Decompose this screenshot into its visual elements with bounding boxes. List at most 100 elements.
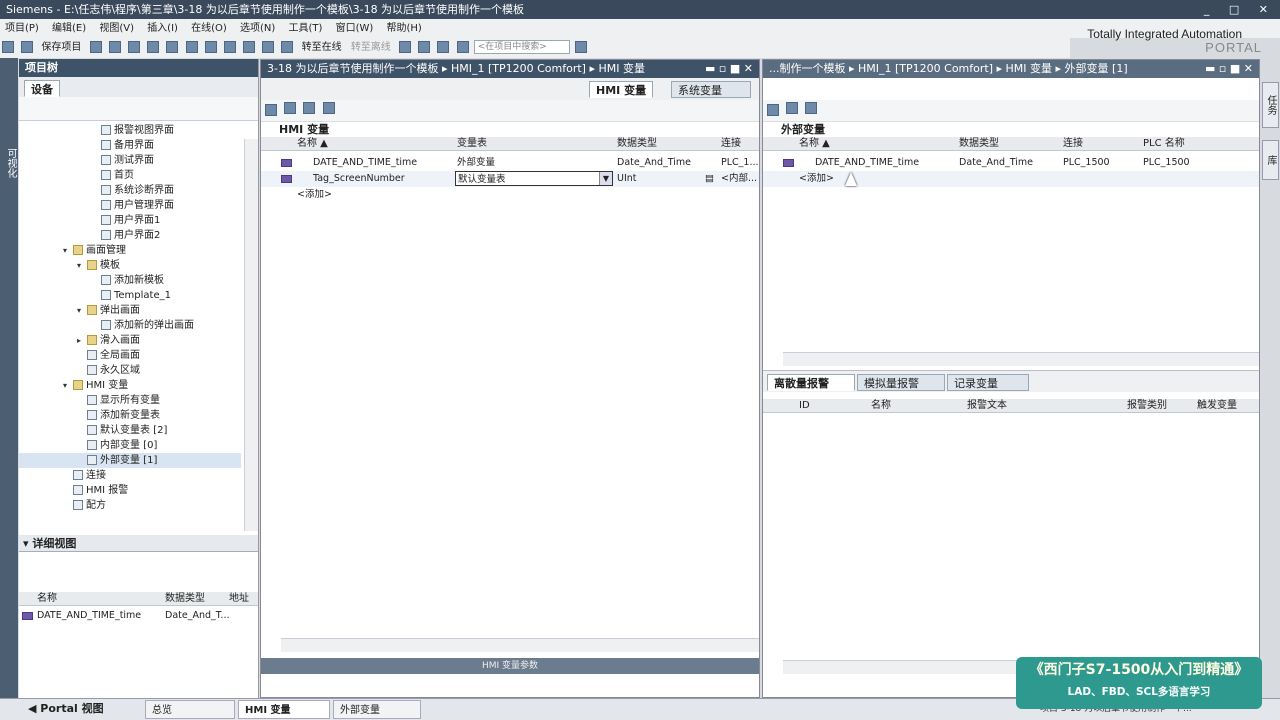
- taskbar-hmi-tags[interactable]: HMI 变量: [238, 700, 330, 719]
- detail-view-header[interactable]: ▾ 详细视图: [19, 535, 258, 552]
- side-tab-tasks[interactable]: 任务: [1262, 82, 1279, 128]
- go-offline-button[interactable]: 转至离线: [348, 38, 394, 58]
- menu-window[interactable]: 窗口(W): [331, 19, 379, 38]
- simulate-icon[interactable]: [281, 41, 294, 53]
- go-online-button[interactable]: 转至在线: [299, 38, 345, 58]
- menu-project[interactable]: 项目(P): [0, 19, 44, 38]
- center-col-type[interactable]: 数据类型: [617, 137, 657, 151]
- split-vertical-icon[interactable]: [456, 41, 469, 53]
- center-hscrollbar[interactable]: [281, 638, 759, 652]
- tab-system-tags[interactable]: 系统变量: [671, 81, 751, 98]
- tree-item[interactable]: 内部变量 [0]: [19, 438, 241, 453]
- taskbar-overview[interactable]: 总览: [145, 700, 235, 719]
- menu-insert[interactable]: 插入(I): [142, 19, 183, 38]
- redo-icon[interactable]: [204, 41, 217, 53]
- add-tag-label[interactable]: <添加>: [799, 171, 834, 187]
- tag-table-dropdown[interactable]: 默认变量表 ▼: [455, 171, 613, 186]
- tree-item[interactable]: ▸ 滑入画面: [19, 333, 241, 348]
- download-icon[interactable]: [243, 41, 256, 53]
- tab-analog-alarms[interactable]: 模拟量报警: [857, 374, 945, 391]
- search-icon[interactable]: [574, 41, 587, 53]
- tree-item[interactable]: 报警视图界面: [19, 123, 241, 138]
- compile-icon[interactable]: [223, 41, 236, 53]
- taskbar-external-tags[interactable]: 外部变量: [333, 700, 421, 719]
- side-tab-libraries[interactable]: 库: [1262, 140, 1279, 180]
- chevron-down-icon[interactable]: ▼: [599, 172, 612, 185]
- paste-icon[interactable]: [147, 41, 160, 53]
- tag-type-cell[interactable]: UInt: [617, 171, 637, 187]
- alarm-col-name[interactable]: 名称: [871, 399, 891, 413]
- center-col-table[interactable]: 变量表: [457, 137, 487, 151]
- import-icon[interactable]: [303, 102, 316, 114]
- window-controls[interactable]: _ □ ✕: [1204, 0, 1276, 19]
- tree-item[interactable]: 连接: [19, 468, 241, 483]
- tree-item[interactable]: 全局画面: [19, 348, 241, 363]
- tree-item[interactable]: 默认变量表 [2]: [19, 423, 241, 438]
- expand-down-icon[interactable]: ▾: [77, 258, 87, 273]
- save-project-button[interactable]: 保存项目: [38, 38, 84, 58]
- stop-icon[interactable]: [418, 41, 431, 53]
- center-col-name[interactable]: 名称 ▲: [297, 137, 328, 151]
- tab-devices[interactable]: 设备: [24, 80, 60, 97]
- expand-down-icon[interactable]: ▾: [63, 378, 73, 393]
- alarm-col-trigger[interactable]: 触发变量: [1197, 399, 1237, 413]
- tree-item[interactable]: 添加新模板: [19, 273, 241, 288]
- menu-view[interactable]: 视图(V): [94, 19, 139, 38]
- center-window-controls[interactable]: ▬ ▫ ■ ✕: [705, 60, 753, 78]
- right-hscrollbar[interactable]: [783, 352, 1259, 366]
- tag-name-cell[interactable]: DATE_AND_TIME_time: [313, 155, 417, 171]
- print-icon[interactable]: [89, 41, 102, 53]
- tag-name-cell[interactable]: Tag_ScreenNumber: [313, 171, 405, 187]
- add-tag-icon[interactable]: [767, 104, 779, 116]
- center-col-connection[interactable]: 连接: [721, 137, 741, 151]
- alarm-col-id[interactable]: ID: [799, 399, 810, 413]
- tree-item[interactable]: ▾ 画面管理: [19, 243, 241, 258]
- portal-view-button[interactable]: ◀ Portal 视图: [28, 699, 104, 719]
- add-tag-row[interactable]: <添加>: [763, 171, 1259, 187]
- ext-tag-type-cell[interactable]: Date_And_Time: [959, 155, 1033, 171]
- table-row[interactable]: Tag_ScreenNumber 默认变量表 ▼ UInt ▤ <内部...: [261, 171, 759, 187]
- undo-icon[interactable]: [185, 41, 198, 53]
- export-icon[interactable]: [284, 102, 297, 114]
- tree-item[interactable]: 首页: [19, 168, 241, 183]
- tree-item[interactable]: HMI 报警: [19, 483, 241, 498]
- tab-hmi-tags[interactable]: HMI 变量: [589, 81, 654, 98]
- right-col-plc[interactable]: PLC 名称: [1143, 137, 1185, 151]
- accessible-devices-icon[interactable]: [399, 41, 411, 53]
- filter-icon[interactable]: [322, 102, 335, 114]
- delete-icon[interactable]: [166, 41, 179, 53]
- tree-item[interactable]: 用户界面1: [19, 213, 241, 228]
- right-col-name[interactable]: 名称 ▲: [799, 137, 830, 151]
- tree-item[interactable]: 备用界面: [19, 138, 241, 153]
- tree-item[interactable]: 永久区域: [19, 363, 241, 378]
- ext-tag-plc-cell[interactable]: PLC_1500: [1143, 155, 1190, 171]
- right-col-connection[interactable]: 连接: [1063, 137, 1083, 151]
- tree-item[interactable]: 用户管理界面: [19, 198, 241, 213]
- table-row[interactable]: DATE_AND_TIME_time 外部变量 Date_And_Time PL…: [261, 155, 759, 171]
- tree-item[interactable]: 测试界面: [19, 153, 241, 168]
- alarm-col-text[interactable]: 报警文本: [967, 399, 1007, 413]
- ext-tag-connection-cell[interactable]: PLC_1500: [1063, 155, 1110, 171]
- split-horizontal-icon[interactable]: [437, 41, 450, 53]
- tab-discrete-alarms[interactable]: 离散量报警: [767, 374, 855, 391]
- menu-tools[interactable]: 工具(T): [284, 19, 328, 38]
- tag-type-cell[interactable]: Date_And_Time: [617, 155, 691, 171]
- alarm-col-class[interactable]: 报警类别: [1127, 399, 1167, 413]
- tree-item[interactable]: 用户界面2: [19, 228, 241, 243]
- tab-logging-tags[interactable]: 记录变量: [947, 374, 1029, 391]
- tree-item[interactable]: 添加新变量表: [19, 408, 241, 423]
- expand-down-icon[interactable]: ▾: [63, 243, 73, 258]
- right-window-controls[interactable]: ▬ ▫ ■ ✕: [1205, 60, 1253, 78]
- tree-item[interactable]: ▾ 弹出画面: [19, 303, 241, 318]
- tree-item[interactable]: 配方: [19, 498, 241, 513]
- menu-help[interactable]: 帮助(H): [382, 19, 427, 38]
- copy-icon[interactable]: [127, 41, 140, 53]
- table-row[interactable]: DATE_AND_TIME_time Date_And_Time PLC_150…: [763, 155, 1259, 171]
- tree-item[interactable]: 外部变量 [1]: [19, 453, 241, 468]
- right-col-type[interactable]: 数据类型: [959, 137, 999, 151]
- project-tree-scrollbar[interactable]: [244, 139, 258, 531]
- project-search-input[interactable]: <在项目中搜索>: [473, 40, 570, 54]
- ext-tag-name-cell[interactable]: DATE_AND_TIME_time: [815, 155, 919, 171]
- tree-item[interactable]: ▾ HMI 变量: [19, 378, 241, 393]
- menu-edit[interactable]: 编辑(E): [47, 19, 91, 38]
